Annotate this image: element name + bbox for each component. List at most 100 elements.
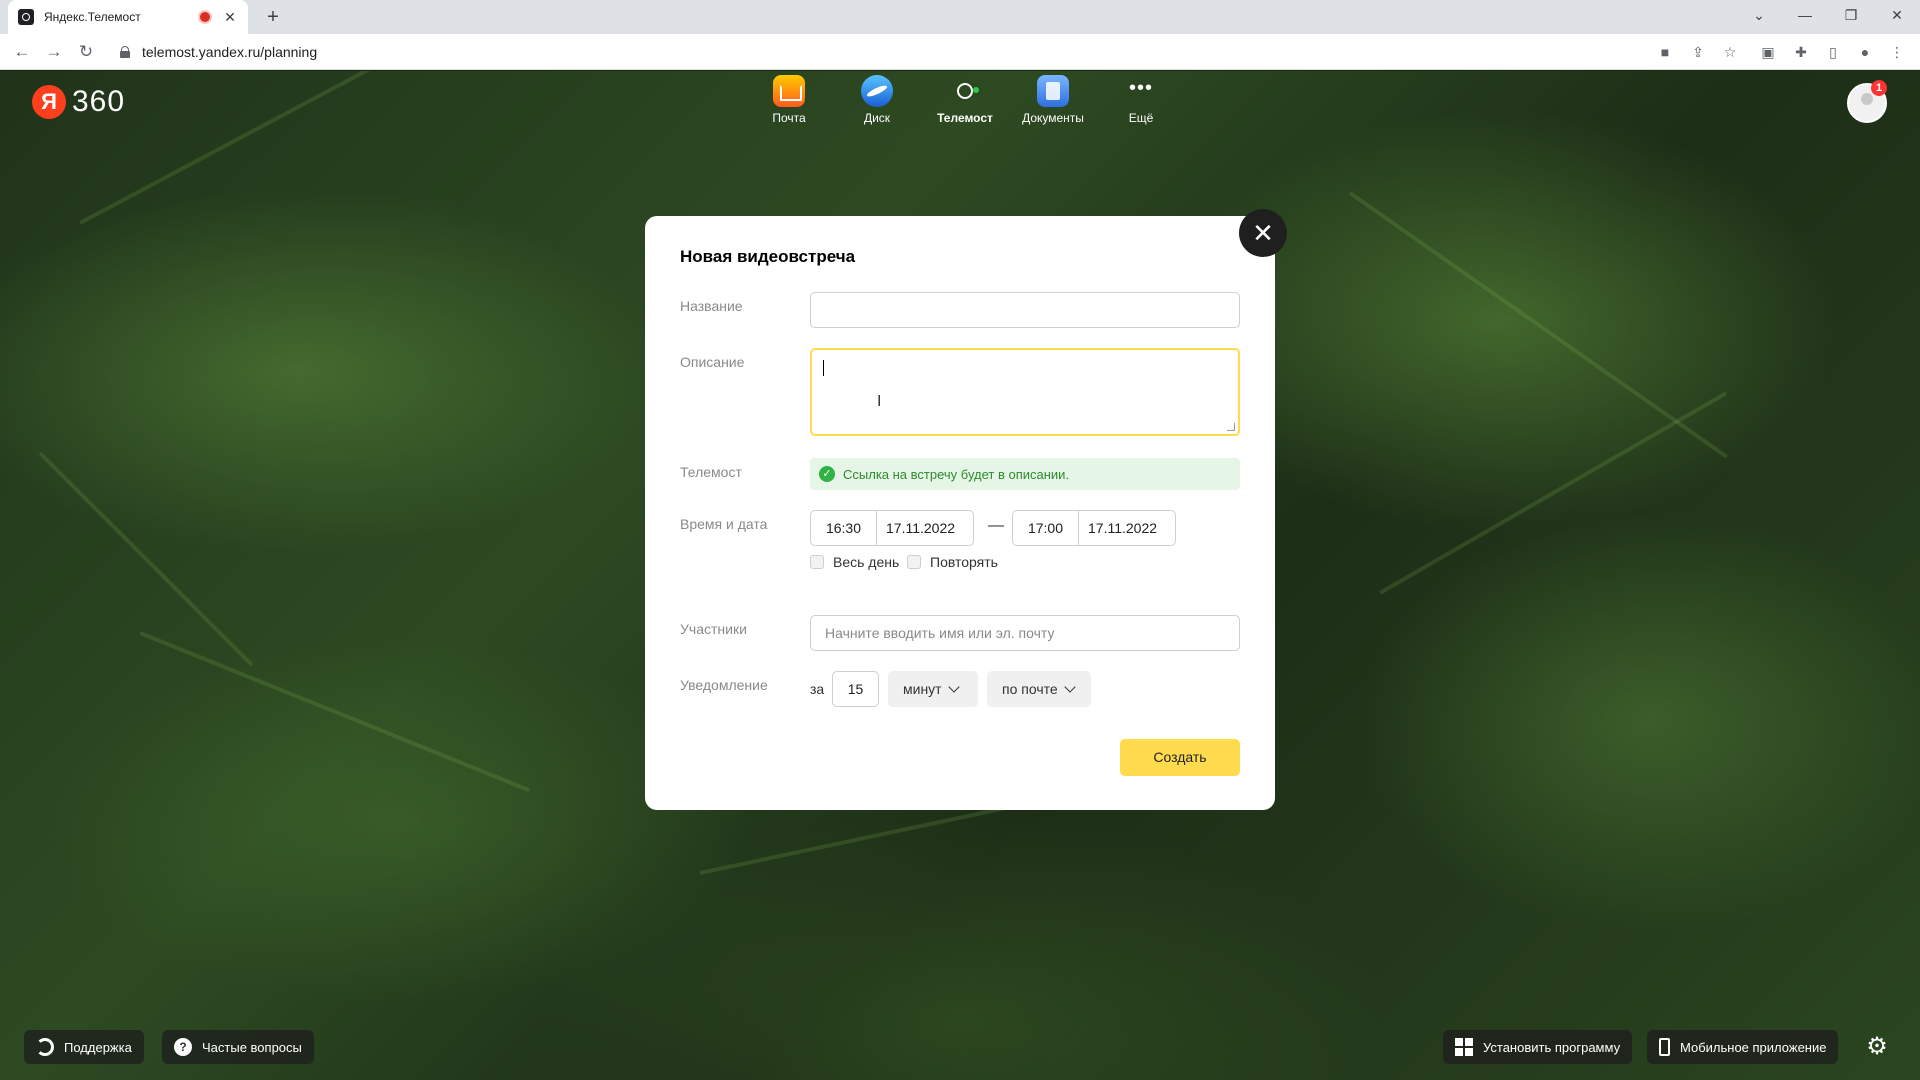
service-documents-label: Документы bbox=[1022, 111, 1084, 125]
bookmark-star-icon[interactable]: ☆ bbox=[1720, 42, 1740, 62]
close-window-button[interactable]: ✕ bbox=[1874, 0, 1920, 30]
settings-gear-icon[interactable]: ⚙ bbox=[1864, 1034, 1890, 1060]
tab-close-button[interactable]: ✕ bbox=[222, 9, 238, 26]
minimize-button[interactable]: — bbox=[1782, 0, 1828, 30]
check-circle-icon: ✓ bbox=[819, 466, 835, 482]
telemost-icon bbox=[949, 75, 981, 107]
support-label: Поддержка bbox=[64, 1039, 132, 1055]
end-datetime: 17:00 17.11.2022 bbox=[1012, 510, 1176, 546]
service-more[interactable]: ••• Ещё bbox=[1097, 75, 1185, 125]
service-mail[interactable]: Почта bbox=[745, 75, 833, 125]
name-label: Название bbox=[680, 298, 743, 314]
camera-icon[interactable]: ■ bbox=[1655, 42, 1675, 62]
notification-unit-select[interactable]: минут bbox=[888, 671, 978, 707]
all-day-checkbox-box[interactable] bbox=[810, 555, 824, 569]
service-telemost-label: Телемост bbox=[937, 111, 993, 125]
lock-icon bbox=[120, 46, 130, 58]
service-telemost[interactable]: Телемост bbox=[921, 75, 1009, 125]
chevron-down-icon bbox=[1063, 681, 1076, 693]
telemost-notice-text: Ссылка на встречу будет в описании. bbox=[843, 466, 1070, 482]
repeat-label: Повторять bbox=[930, 554, 998, 570]
repeat-checkbox-box[interactable] bbox=[907, 555, 921, 569]
disk-icon bbox=[861, 75, 893, 107]
notification-prefix: за bbox=[810, 681, 825, 697]
profile-icon[interactable]: ● bbox=[1855, 42, 1875, 62]
start-time-input[interactable]: 16:30 bbox=[811, 511, 877, 545]
yandex-360-logo[interactable]: Я 360 bbox=[32, 85, 125, 119]
range-dash: — bbox=[988, 517, 1004, 534]
faq-label: Частые вопросы bbox=[202, 1039, 302, 1055]
browser-tab-bar: Яндекс.Телемост ✕ + ⌄ — ❐ ✕ bbox=[0, 0, 1920, 34]
browser-tab[interactable]: Яндекс.Телемост ✕ bbox=[8, 0, 248, 34]
services-nav: Почта Диск Телемост Документы ••• Ещё bbox=[745, 75, 1185, 125]
support-icon bbox=[36, 1038, 54, 1056]
fern-decoration bbox=[1379, 391, 1728, 595]
all-day-label: Весь день bbox=[833, 554, 900, 570]
restore-button[interactable]: ❐ bbox=[1828, 0, 1874, 30]
service-documents[interactable]: Документы bbox=[1009, 75, 1097, 125]
faq-button[interactable]: ? Частые вопросы bbox=[162, 1030, 314, 1064]
notification-label: Уведомление bbox=[680, 677, 768, 693]
notification-badge: 1 bbox=[1871, 80, 1887, 96]
notification-channel-select[interactable]: по почте bbox=[987, 671, 1091, 707]
tab-search-chevron-icon[interactable]: ⌄ bbox=[1736, 0, 1782, 30]
end-time-input[interactable]: 17:00 bbox=[1013, 511, 1079, 545]
fern-decoration bbox=[139, 631, 531, 793]
notification-unit-value: минут bbox=[903, 681, 942, 697]
telemost-label: Телемост bbox=[680, 464, 742, 480]
service-disk-label: Диск bbox=[863, 111, 891, 125]
repeat-checkbox[interactable]: Повторять bbox=[907, 554, 998, 570]
phone-icon bbox=[1659, 1038, 1670, 1056]
participants-input[interactable]: Начните вводить имя или эл. почту bbox=[810, 615, 1240, 651]
participants-label: Участники bbox=[680, 621, 747, 637]
dialog-title: Новая видеовстреча bbox=[680, 247, 856, 266]
service-disk[interactable]: Диск bbox=[833, 75, 921, 125]
new-tab-button[interactable]: + bbox=[260, 4, 286, 30]
telemost-link-notice: ✓ Ссылка на встречу будет в описании. bbox=[810, 458, 1240, 490]
forward-arrow-icon[interactable]: → bbox=[40, 38, 68, 66]
close-dialog-button[interactable]: ✕ bbox=[1239, 209, 1287, 257]
install-label: Установить программу bbox=[1483, 1039, 1621, 1055]
reload-icon[interactable]: ↻ bbox=[72, 38, 100, 66]
support-button[interactable]: Поддержка bbox=[24, 1030, 144, 1064]
url-text: telemost.yandex.ru/planning bbox=[142, 44, 318, 60]
address-bar[interactable]: telemost.yandex.ru/planning bbox=[110, 37, 1650, 67]
end-date-input[interactable]: 17.11.2022 bbox=[1079, 511, 1175, 545]
yandex-logo-icon: Я bbox=[32, 85, 66, 119]
service-more-label: Ещё bbox=[1128, 111, 1154, 125]
browser-toolbar: ← → ↻ telemost.yandex.ru/planning ■ ⇪ ☆ … bbox=[0, 34, 1920, 70]
mobile-app-button[interactable]: Мобильное приложение bbox=[1647, 1030, 1839, 1064]
participants-placeholder: Начните вводить имя или эл. почту bbox=[825, 625, 1055, 641]
description-textarea[interactable]: I bbox=[810, 348, 1240, 436]
create-button[interactable]: Создать bbox=[1120, 739, 1240, 776]
start-datetime: 16:30 17.11.2022 bbox=[810, 510, 974, 546]
fern-decoration bbox=[79, 71, 417, 225]
logo-360-text: 360 bbox=[72, 85, 126, 118]
resize-grip-icon[interactable] bbox=[1227, 423, 1235, 431]
share-icon[interactable]: ⇪ bbox=[1688, 42, 1708, 62]
name-input[interactable] bbox=[810, 292, 1240, 328]
service-mail-label: Почта bbox=[772, 111, 806, 125]
documents-icon bbox=[1037, 75, 1069, 107]
question-icon: ? bbox=[174, 1038, 192, 1056]
notification-amount-input[interactable]: 15 bbox=[832, 671, 879, 707]
text-caret bbox=[823, 360, 824, 376]
extensions-puzzle-icon[interactable]: ✚ bbox=[1791, 42, 1811, 62]
side-panel-icon[interactable]: ▯ bbox=[1823, 42, 1843, 62]
back-arrow-icon[interactable]: ← bbox=[8, 38, 36, 66]
all-day-checkbox[interactable]: Весь день bbox=[810, 554, 899, 570]
description-label: Описание bbox=[680, 354, 745, 370]
more-icon: ••• bbox=[1128, 77, 1153, 99]
datetime-label: Время и дата bbox=[680, 516, 768, 532]
telemost-favicon-icon bbox=[18, 9, 34, 25]
mouse-ibeam-cursor-icon: I bbox=[877, 393, 882, 410]
windows-icon bbox=[1455, 1038, 1473, 1056]
tab-title: Яндекс.Телемост bbox=[44, 10, 141, 24]
mail-icon bbox=[773, 75, 805, 107]
start-date-input[interactable]: 17.11.2022 bbox=[877, 511, 973, 545]
browser-menu-icon[interactable]: ⋮ bbox=[1887, 42, 1907, 62]
extension-devtools-icon[interactable]: ▣ bbox=[1758, 42, 1778, 62]
new-meeting-dialog: Новая видеовстреча Название Описание I Т… bbox=[645, 216, 1275, 810]
install-app-button[interactable]: Установить программу bbox=[1443, 1030, 1633, 1064]
mobile-label: Мобильное приложение bbox=[1680, 1039, 1827, 1055]
